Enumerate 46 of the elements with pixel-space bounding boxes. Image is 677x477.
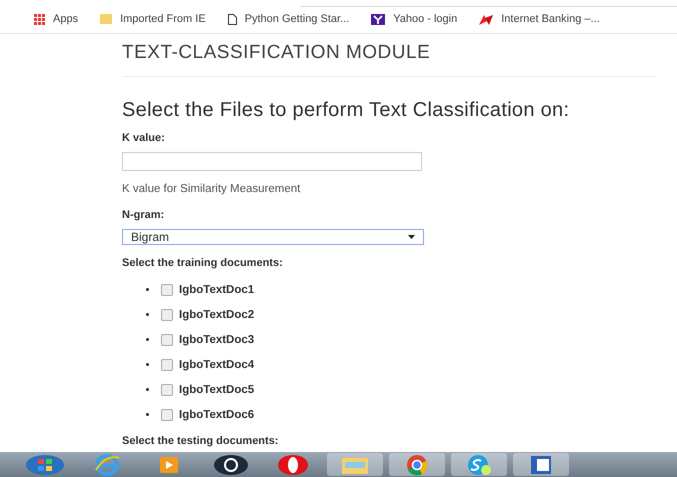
form-heading: Select the Files to perform Text Classification on: xyxy=(122,99,570,122)
bullet-icon xyxy=(146,363,149,366)
section-label: Select the training documents: xyxy=(122,257,284,269)
chrome-icon[interactable] xyxy=(405,454,429,476)
opera-icon[interactable] xyxy=(276,454,310,476)
bullet-icon xyxy=(146,338,149,341)
bank-logo-icon xyxy=(479,14,494,24)
bullet-icon xyxy=(146,388,149,391)
document-label: IgboTextDoc3 xyxy=(179,334,254,346)
page-title: TEXT-CLASSIFICATION MODULE xyxy=(122,42,657,77)
ngram-select[interactable]: Bigram xyxy=(122,229,424,245)
checkbox[interactable] xyxy=(161,384,173,396)
page-icon xyxy=(228,14,237,24)
document-label: IgboTextDoc2 xyxy=(179,308,254,320)
bullet-icon xyxy=(146,413,149,416)
document-label: IgboTextDoc6 xyxy=(179,408,254,420)
browser-e-icon[interactable] xyxy=(94,454,120,476)
bookmark-link[interactable]: Internet Banking –... xyxy=(479,13,600,25)
start-orb-icon[interactable] xyxy=(25,454,65,476)
document-label: IgboTextDoc1 xyxy=(179,284,254,296)
checkbox[interactable] xyxy=(161,408,173,420)
apps-grid-icon xyxy=(34,14,45,24)
bookmark-link[interactable]: Yahoo - login xyxy=(371,13,458,25)
bullet-icon xyxy=(146,288,149,291)
document-label: IgboTextDoc5 xyxy=(179,384,254,396)
bookmark-link[interactable]: Imported From IE xyxy=(100,13,206,25)
field-label: N-gram: xyxy=(122,209,166,221)
document-label: IgboTextDoc4 xyxy=(179,358,254,370)
document-icon[interactable] xyxy=(528,454,554,474)
bookmark-link[interactable]: Apps xyxy=(34,13,78,25)
folder-icon xyxy=(100,14,112,24)
checkbox[interactable] xyxy=(161,334,173,346)
bullet-icon xyxy=(146,313,149,316)
section-label: Select the testing documents: xyxy=(122,435,280,447)
skype-icon[interactable] xyxy=(465,454,493,476)
k-value-input[interactable] xyxy=(122,152,422,171)
round-logo-icon[interactable] xyxy=(213,454,249,476)
media-player-icon[interactable] xyxy=(159,454,179,474)
bookmark-link[interactable]: Python Getting Star... xyxy=(228,13,350,25)
help-text: K value for Similarity Measurement xyxy=(122,183,302,195)
checkbox[interactable] xyxy=(161,358,173,370)
caret-icon xyxy=(408,235,415,239)
yahoo-icon xyxy=(371,14,386,24)
checkbox[interactable] xyxy=(161,308,173,320)
field-label: K value: xyxy=(122,132,166,144)
checkbox[interactable] xyxy=(161,284,173,296)
